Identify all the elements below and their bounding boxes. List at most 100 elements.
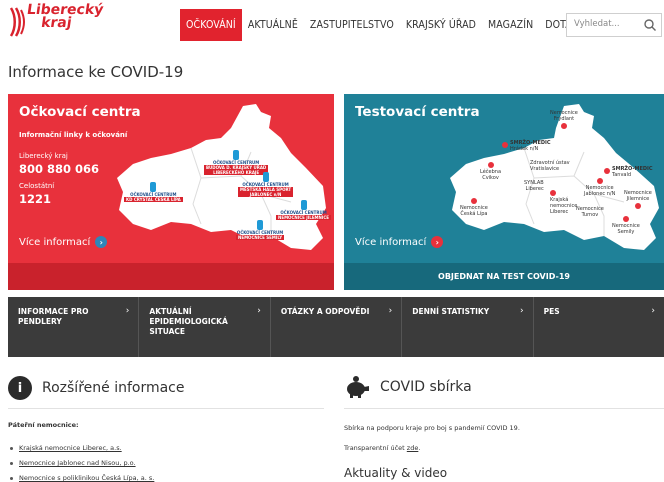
national-label: Celostátní bbox=[19, 182, 55, 190]
vaccination-more-label: Více informací bbox=[19, 236, 91, 248]
test-marker-l2: Tanvald bbox=[612, 172, 632, 178]
test-marker-l2: Česká Lípa bbox=[460, 211, 488, 217]
hospitals-subheading: Páteřní nemocnice: bbox=[8, 421, 79, 429]
bullet-icon bbox=[10, 477, 13, 480]
nav-item-aktualne[interactable]: AKTUÁLNĚ bbox=[242, 9, 304, 41]
collection-title: COVID sbírka bbox=[380, 379, 472, 395]
marker-dot-icon bbox=[550, 190, 556, 196]
order-test-button[interactable]: OBJEDNAT NA TEST COVID-19 bbox=[344, 263, 664, 290]
quick-link-l3: SITUACE bbox=[149, 327, 186, 336]
list-item: Krajská nemocnice Liberec, a.s. bbox=[10, 444, 122, 452]
marker-dot-icon bbox=[560, 123, 567, 129]
divider bbox=[8, 408, 324, 409]
account-suffix: . bbox=[418, 444, 421, 452]
test-marker-vratislavice[interactable]: Zdravotní ústav Vratislavice bbox=[530, 160, 570, 172]
center-pin-jilemnice[interactable]: OČKOVACÍ CENTRUM NEMOCNICE JILEMNICE bbox=[276, 200, 332, 220]
arrow-right-icon: › bbox=[431, 236, 444, 248]
test-marker-hradek[interactable]: SMRŽO-MEDIC Hrádek n/N bbox=[502, 140, 551, 152]
test-marker-l2: Frýdlant bbox=[553, 116, 575, 122]
test-marker-l2: Vratislavice bbox=[530, 166, 560, 172]
test-marker-l2: Hrádek n/N bbox=[510, 146, 539, 152]
test-marker-l2: Cvikov bbox=[482, 175, 499, 181]
chevron-right-icon: › bbox=[651, 306, 656, 316]
arrow-right-icon: › bbox=[95, 236, 108, 248]
quick-link-l2: PENDLERY bbox=[18, 317, 62, 326]
test-marker-l2: Liberec bbox=[525, 186, 544, 192]
region-label: Liberecký kraj bbox=[19, 152, 68, 160]
test-marker-l3: Liberec bbox=[550, 209, 569, 215]
extended-info-title: Rozšířené informace bbox=[42, 380, 185, 396]
test-marker-l2: Semily bbox=[617, 229, 635, 235]
quick-link-faq[interactable]: OTÁZKY A ODPOVĚDI › bbox=[271, 297, 403, 357]
quick-link-l1: OTÁZKY A ODPOVĚDI bbox=[280, 307, 370, 316]
region-phone[interactable]: 800 880 066 bbox=[19, 162, 99, 176]
test-marker-fridlant[interactable]: Nemocnice Frýdlant bbox=[550, 110, 578, 130]
marker-dot-icon bbox=[622, 216, 629, 222]
search-placeholder: Vyhledat... bbox=[574, 19, 620, 29]
vaccination-footer-bar bbox=[8, 263, 334, 290]
vaccine-pin-icon bbox=[300, 200, 307, 210]
center-pin-jablonec[interactable]: OČKOVACÍ CENTRUM MĚSTSKÁ HALA SPORT JABL… bbox=[238, 172, 294, 197]
quick-link-l1: INFORMACE PRO bbox=[18, 307, 89, 316]
vaccination-panel[interactable]: Očkovací centra Informační linky k očkov… bbox=[8, 94, 334, 290]
hospital-link[interactable]: Nemocnice Jablonec nad Nisou, p.o. bbox=[19, 459, 136, 467]
center-label-l3: JABLONEC n/N bbox=[238, 192, 294, 197]
marker-dot-icon bbox=[596, 178, 603, 184]
test-marker-jablonec[interactable]: Nemocnice Jablonec n/N bbox=[584, 178, 615, 197]
nav-item-ockovani[interactable]: OČKOVÁNÍ bbox=[180, 9, 242, 41]
center-label-l2: KD CRYSTAL ČESKÁ LÍPA bbox=[124, 197, 183, 202]
nav-item-krajsky-urad[interactable]: KRAJSKÝ ÚŘAD bbox=[400, 9, 482, 41]
test-marker-l2: Turnov bbox=[581, 212, 599, 218]
test-marker-semily[interactable]: Nemocnice Semily bbox=[612, 216, 640, 235]
test-marker-cvikov[interactable]: Léčebna Cvikov bbox=[480, 162, 501, 181]
center-pin-semily[interactable]: OČKOVACÍ CENTRUM NEMOCNICE SEMILY bbox=[236, 220, 285, 240]
vaccine-pin-icon bbox=[150, 182, 157, 192]
news-title: Aktuality & video bbox=[344, 466, 448, 480]
quick-link-l1: PES bbox=[543, 307, 560, 316]
hospital-link[interactable]: Nemocnice s poliklinikou Česká Lípa, a. … bbox=[19, 474, 154, 482]
quick-link-pendlery[interactable]: INFORMACE PRO PENDLERY › bbox=[8, 297, 140, 357]
quick-link-statistiky[interactable]: DENNÍ STATISTIKY › bbox=[402, 297, 534, 357]
chevron-right-icon: › bbox=[520, 306, 524, 316]
test-marker-ceska-lipa[interactable]: Nemocnice Česká Lípa bbox=[460, 198, 488, 217]
account-link[interactable]: zde bbox=[407, 444, 419, 452]
marker-dot-icon bbox=[634, 203, 641, 209]
chevron-right-icon: › bbox=[388, 306, 393, 316]
quick-link-situace[interactable]: AKTUÁLNÍ EPIDEMIOLOGICKÁ SITUACE › bbox=[139, 297, 271, 357]
center-label-l2: NEMOCNICE SEMILY bbox=[236, 235, 285, 240]
test-marker-turnov[interactable]: Nemocnice Turnov bbox=[576, 206, 604, 218]
vaccination-more-link[interactable]: Více informací › bbox=[19, 236, 108, 248]
marker-dot-icon bbox=[470, 198, 477, 204]
test-marker-tanvald[interactable]: SMRŽO-MEDIC Tanvald bbox=[604, 166, 653, 178]
center-pin-ceska-lipa[interactable]: OČKOVACÍ CENTRUM KD CRYSTAL ČESKÁ LÍPA bbox=[124, 182, 183, 202]
chevron-right-icon: › bbox=[125, 306, 130, 316]
collection-text: Sbírka na podporu kraje pro boj s pandem… bbox=[344, 424, 520, 432]
page-title: Informace ke COVID-19 bbox=[8, 63, 184, 81]
logo-text-2: kraj bbox=[40, 15, 73, 31]
testing-panel[interactable]: Testovací centra Nemocnice Frýdlant SMRŽ… bbox=[344, 94, 664, 290]
search-input[interactable]: Vyhledat... bbox=[566, 13, 662, 37]
list-item: Nemocnice Jablonec nad Nisou, p.o. bbox=[10, 459, 136, 467]
hospital-link[interactable]: Krajská nemocnice Liberec, a.s. bbox=[19, 444, 122, 452]
nav-item-zastupitelstvo[interactable]: ZASTUPITELSTVO bbox=[304, 9, 400, 41]
divider bbox=[344, 408, 664, 409]
test-marker-l2: Jablonec n/N bbox=[584, 191, 616, 197]
testing-more-link[interactable]: Více informací › bbox=[355, 236, 444, 248]
vaccine-pin-icon bbox=[233, 150, 240, 160]
search-icon[interactable] bbox=[643, 18, 657, 32]
test-marker-jilemnice[interactable]: Nemocnice Jilemnice bbox=[624, 190, 652, 210]
quick-link-pes[interactable]: PES › bbox=[534, 297, 664, 357]
vaccination-map bbox=[117, 104, 326, 250]
nav-item-magazin[interactable]: MAGAZÍN bbox=[482, 9, 539, 41]
marker-dot-icon bbox=[487, 162, 494, 168]
logo[interactable]: Liberecký kraj bbox=[8, 2, 104, 38]
account-line: Transparentní účet zde. bbox=[344, 444, 420, 452]
test-marker-krajska[interactable]: Krajská nemocnice Liberec bbox=[550, 190, 577, 215]
quick-link-l1: DENNÍ STATISTIKY bbox=[412, 307, 490, 316]
chevron-right-icon: › bbox=[257, 306, 261, 316]
quick-link-l1: AKTUÁLNÍ bbox=[149, 307, 192, 316]
national-phone[interactable]: 1221 bbox=[19, 192, 51, 206]
vaccine-pin-icon bbox=[262, 172, 269, 182]
test-marker-synlab[interactable]: SYNLAB Liberec bbox=[524, 180, 544, 192]
marker-dot-icon bbox=[604, 168, 610, 174]
